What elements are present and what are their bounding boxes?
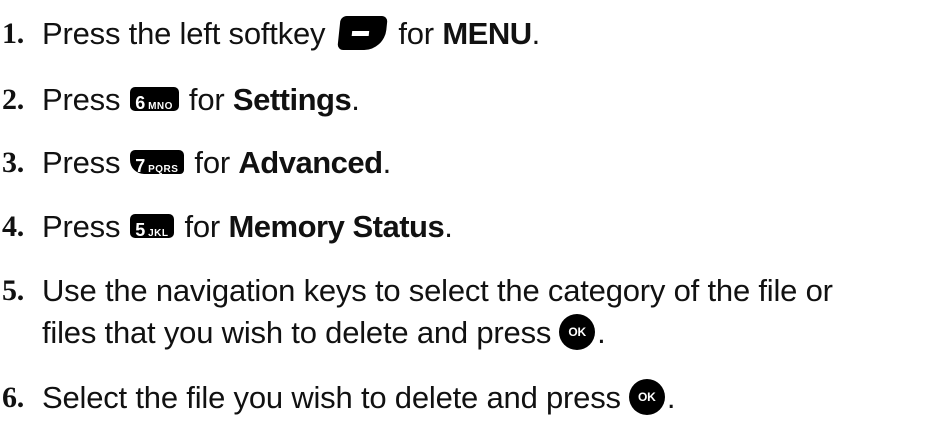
- step-number: 3.: [2, 146, 25, 179]
- step-number: 2.: [2, 83, 25, 116]
- step-text-mid: for: [398, 16, 434, 51]
- step-text-mid: for: [194, 145, 230, 180]
- step-text-mid: for: [188, 82, 225, 117]
- step-text: Press the left softkey for MENU.: [42, 16, 541, 51]
- step-text: Press 6 MNO for Settings.: [42, 82, 360, 117]
- key-5-jkl-icon: 5 JKL: [130, 214, 175, 240]
- ok-key-icon: OK: [559, 313, 596, 350]
- left-softkey-icon: [337, 16, 389, 51]
- key-7-pqrs-icon: 7 PQRS: [130, 150, 185, 176]
- step-number: 5.: [2, 274, 25, 307]
- key-6-mno-icon: 6 MNO: [130, 87, 179, 113]
- step-text-before: Press: [42, 145, 121, 180]
- step-text: Press 5 JKL for Memory Status.: [42, 209, 453, 244]
- step-number: 4.: [2, 210, 25, 243]
- settings-label: Settings: [232, 82, 352, 117]
- step-text: Press 7 PQRS for Advanced.: [42, 145, 391, 180]
- step-text-before: Press: [42, 82, 121, 117]
- step-number: 6.: [2, 381, 25, 414]
- ok-key-icon: OK: [628, 378, 665, 415]
- instruction-steps: 1. Press the left softkey for MENU. 2. Pr…: [0, 0, 947, 437]
- step-text-line-1: Use the navigation keys to select the ca…: [42, 273, 833, 308]
- step-text-line-2: files that you wish to delete and press O…: [42, 313, 606, 350]
- step-text: Select the file you wish to delete and p…: [42, 378, 676, 415]
- step-text-before: Press the left softkey: [42, 16, 326, 51]
- step-text-before: Press: [42, 209, 121, 244]
- memory-status-label: Memory Status: [228, 209, 445, 244]
- step-text-mid: for: [184, 209, 221, 244]
- advanced-label: Advanced: [238, 145, 383, 180]
- menu-label: MENU: [442, 16, 532, 51]
- step-number: 1.: [2, 17, 25, 50]
